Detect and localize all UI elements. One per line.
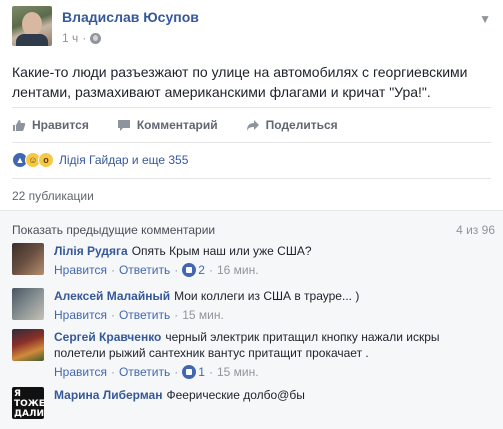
comment-icon xyxy=(117,119,130,131)
comment-meta: Нравится · Ответить · 15 мин. xyxy=(54,307,224,323)
like-icon xyxy=(182,365,197,379)
facebook-post: Владислав Юсупов 1 ч · ▼ Какие-то люди р… xyxy=(0,0,503,429)
post-time[interactable]: 1 ч xyxy=(62,31,78,45)
meta-separator: · xyxy=(82,31,87,45)
thumbs-up-icon xyxy=(13,119,26,131)
post-meta: 1 ч · xyxy=(62,31,199,45)
avatar-text: Я ТОЖЕ ДАЛИН xyxy=(14,389,44,419)
comment-time[interactable]: 15 мин. xyxy=(182,307,224,323)
shares-count[interactable]: 22 публикации xyxy=(12,189,94,203)
comment-button[interactable]: Комментарий xyxy=(117,118,218,132)
comment-meta: Нравится · Ответить · 1 · 15 мин. xyxy=(54,364,259,380)
comment-reply-link[interactable]: Ответить xyxy=(119,307,170,323)
divider xyxy=(12,178,491,179)
avatar[interactable]: Я ТОЖЕ ДАЛИН xyxy=(12,387,44,419)
like-icon xyxy=(182,263,197,277)
comment-time[interactable]: 16 мин. xyxy=(217,262,259,278)
divider xyxy=(12,107,491,108)
share-button[interactable]: Поделиться xyxy=(246,118,338,132)
comment-meta: Нравится · Ответить · 2 · 16 мин. xyxy=(54,262,259,278)
reactions-summary[interactable]: ▲ ☺ o Лідія Гайдар и еще 355 xyxy=(12,150,188,170)
like-button[interactable]: Нравится xyxy=(12,118,89,132)
author-avatar[interactable] xyxy=(12,6,52,46)
reactions-text[interactable]: Лідія Гайдар и еще 355 xyxy=(59,153,188,167)
comment-like-link[interactable]: Нравится xyxy=(54,307,107,323)
post-actions: Нравится Комментарий Поделиться xyxy=(12,113,366,137)
show-previous-comments-link[interactable]: Показать предыдущие комментарии xyxy=(12,223,215,237)
comment-like-count[interactable]: 1 xyxy=(198,364,205,380)
author-name[interactable]: Владислав Юсупов xyxy=(62,9,199,25)
share-label: Поделиться xyxy=(265,118,338,132)
comments-count: 4 из 96 xyxy=(456,223,495,237)
comment-reply-link[interactable]: Ответить xyxy=(119,262,170,278)
comment-author[interactable]: Лілія Рудяга xyxy=(54,244,128,258)
comment-like-link[interactable]: Нравится xyxy=(54,262,107,278)
divider xyxy=(12,142,491,143)
comment-author[interactable]: Алексей Малайный xyxy=(54,289,170,303)
chevron-down-icon[interactable]: ▼ xyxy=(479,12,491,26)
comment-time[interactable]: 15 мин. xyxy=(217,364,259,380)
comment-text: Феерические долбо@бы xyxy=(166,388,305,402)
share-icon xyxy=(246,119,259,131)
comments-section: Показать предыдущие комментарии 4 из 96 … xyxy=(0,210,503,429)
avatar[interactable] xyxy=(12,243,44,275)
comment-author[interactable]: Сергей Кравченко xyxy=(54,330,161,344)
like-label: Нравится xyxy=(32,118,89,132)
comment-text: Мои коллеги из США в трауре... ) xyxy=(174,289,360,303)
comment-like-count[interactable]: 2 xyxy=(198,262,205,278)
wow-icon: o xyxy=(38,152,54,168)
post-header: Владислав Юсупов 1 ч · xyxy=(12,6,199,48)
comment-label: Комментарий xyxy=(136,118,218,132)
comment-reply-link[interactable]: Ответить xyxy=(119,364,170,380)
post-text: Какие-то люди разъезжают по улице на авт… xyxy=(12,64,468,100)
avatar[interactable] xyxy=(12,329,44,361)
comment-like-link[interactable]: Нравится xyxy=(54,364,107,380)
comment-author[interactable]: Марина Либерман xyxy=(54,388,162,402)
comment-text: Опять Крым наш или уже США? xyxy=(131,244,312,258)
globe-icon xyxy=(90,32,102,44)
avatar[interactable] xyxy=(12,288,44,320)
